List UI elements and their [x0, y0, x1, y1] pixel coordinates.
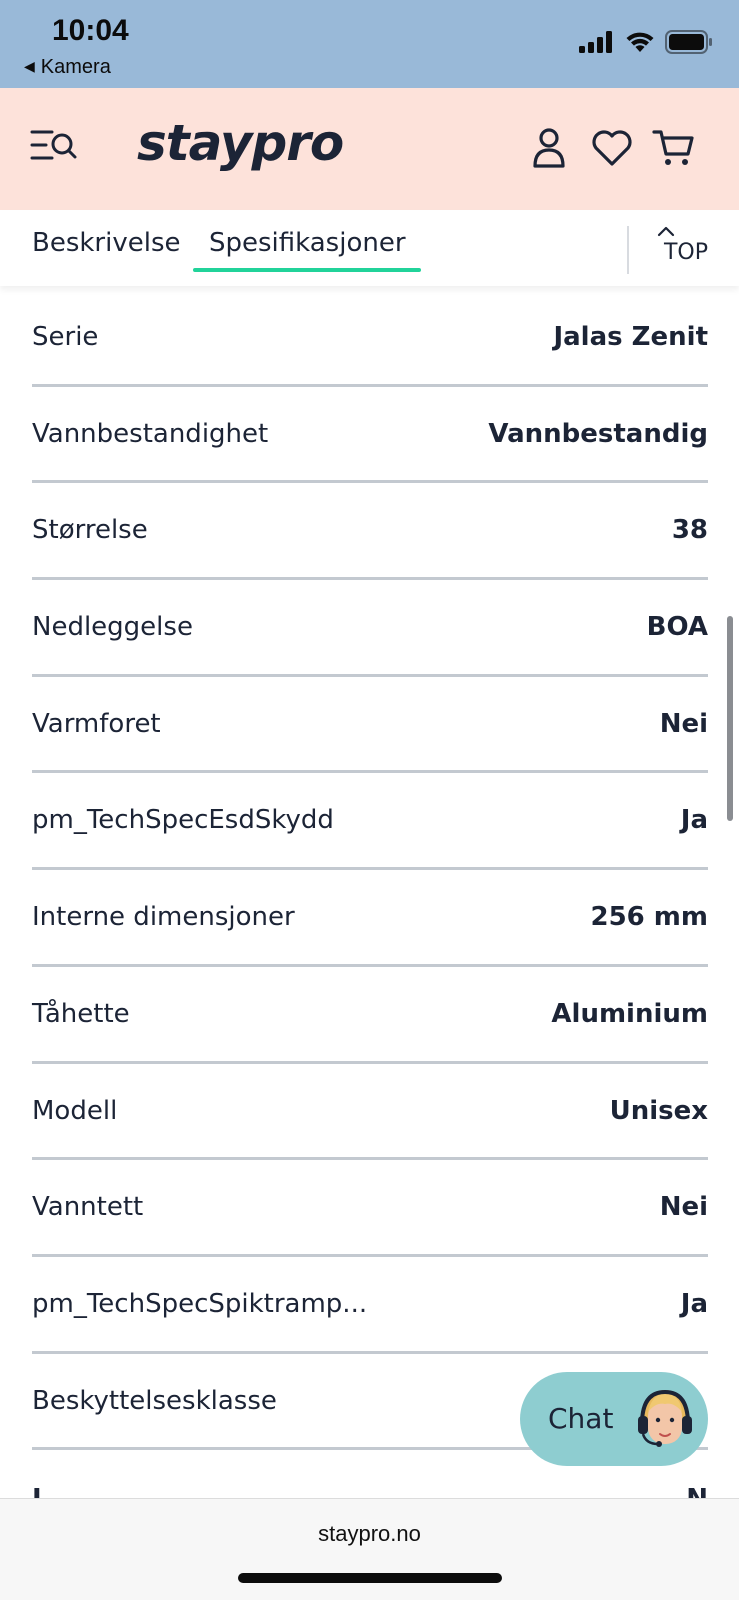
support-agent-avatar-icon	[638, 1389, 692, 1447]
cellular-signal-icon	[579, 31, 612, 53]
top-label: TOP	[663, 240, 709, 265]
scroll-to-top-button[interactable]: TOP	[656, 222, 716, 278]
spec-label: Modell	[32, 1095, 118, 1126]
spec-value: 38	[671, 515, 708, 546]
tab-divider	[627, 226, 629, 274]
spec-label: Beskyttelsesklasse	[32, 1385, 277, 1416]
heart-icon[interactable]	[590, 126, 634, 170]
spec-value: Aluminium	[551, 998, 708, 1029]
spec-value: BOA	[646, 612, 708, 643]
clock: 10:04	[52, 14, 129, 47]
back-to-app-link[interactable]: ◀ Kamera	[24, 56, 111, 79]
back-arrow-icon: ◀	[24, 58, 35, 74]
spec-label: Tåhette	[32, 998, 130, 1029]
spec-row: Tåhette Aluminium	[32, 967, 708, 1064]
back-app-label: Kamera	[40, 56, 111, 78]
url-label[interactable]: staypro.no	[0, 1521, 739, 1547]
staypro-logo[interactable]: staypro	[137, 114, 344, 172]
spec-row: pm_TechSpecSpiktramp... Ja	[32, 1257, 708, 1354]
spec-label: Serie	[32, 322, 99, 352]
spec-label: pm_TechSpecEsdSkydd	[32, 805, 334, 836]
active-tab-indicator	[193, 268, 421, 272]
spec-value: Unisex	[609, 1095, 708, 1126]
tab-beskrivelse[interactable]: Beskrivelse	[32, 228, 181, 258]
spec-label: Vannbestandighet	[32, 418, 269, 449]
specifications-list: Serie Jalas Zenit Vannbestandighet Vannb…	[32, 290, 708, 1451]
spec-value: Vannbestandig	[488, 418, 708, 449]
spec-row: Nedleggelse BOA	[32, 580, 708, 677]
spec-label: Varmforet	[32, 708, 161, 739]
spec-label: Størrelse	[32, 515, 148, 546]
spec-row: Modell Unisex	[32, 1064, 708, 1161]
spec-row: Vanntett Nei	[32, 1160, 708, 1257]
chat-label: Chat	[548, 1402, 614, 1435]
tab-spesifikasjoner[interactable]: Spesifikasjoner	[209, 228, 406, 258]
status-bar: 10:04 ◀ Kamera	[0, 0, 739, 88]
spec-row: Størrelse 38	[32, 483, 708, 581]
account-icon[interactable]	[527, 126, 571, 170]
spec-row: Interne dimensjoner 256 mm	[32, 870, 708, 967]
spec-value: Jalas Zenit	[553, 322, 708, 352]
wifi-icon	[626, 32, 654, 52]
site-header: staypro	[0, 88, 739, 210]
spec-value: 256 mm	[590, 902, 708, 933]
spec-row: Varmforet Nei	[32, 677, 708, 774]
spec-value: Ja	[680, 1288, 708, 1319]
spec-label: pm_TechSpecSpiktramp...	[32, 1288, 368, 1319]
chevron-up-icon	[657, 226, 675, 237]
spec-value: Ja	[680, 805, 708, 836]
system-icons	[579, 30, 713, 54]
spec-value: Nei	[659, 1192, 708, 1223]
browser-address-bar: staypro.no	[0, 1498, 739, 1600]
cart-icon[interactable]	[652, 126, 696, 170]
product-tabs: Beskrivelse Spesifikasjoner TOP	[0, 210, 739, 286]
spec-label: Vanntett	[32, 1192, 144, 1223]
spec-row: Vannbestandighet Vannbestandig	[32, 387, 708, 484]
spec-label: Interne dimensjoner	[32, 902, 295, 933]
spec-label: Nedleggelse	[32, 612, 193, 643]
spec-row: pm_TechSpecEsdSkydd Ja	[32, 773, 708, 871]
scrollbar[interactable]	[727, 616, 733, 821]
home-indicator[interactable]	[238, 1573, 502, 1583]
spec-row: Serie Jalas Zenit	[32, 290, 708, 387]
battery-icon	[665, 30, 712, 54]
menu-search-icon[interactable]	[30, 126, 80, 166]
spec-value: Nei	[659, 708, 708, 739]
chat-button[interactable]: Chat	[520, 1372, 708, 1466]
